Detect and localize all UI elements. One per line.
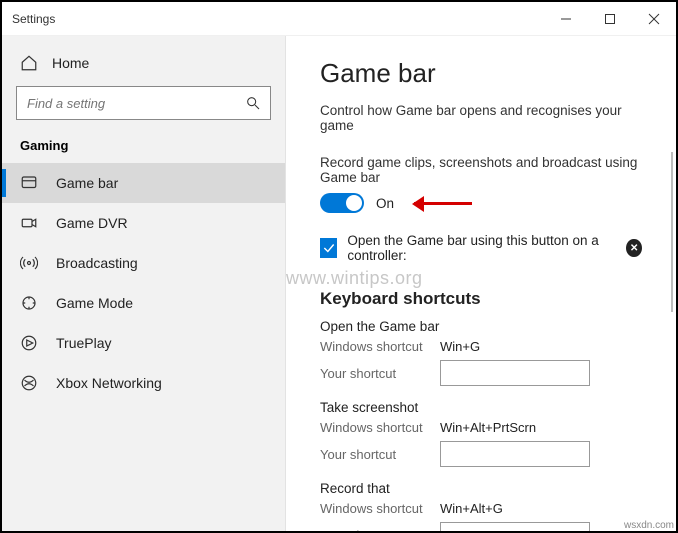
- your-shortcut-input[interactable]: [440, 522, 590, 531]
- sidebar-item-label: Broadcasting: [56, 255, 138, 271]
- your-shortcut-input[interactable]: [440, 441, 590, 467]
- controller-checkbox-label: Open the Game bar using this button on a…: [347, 233, 642, 263]
- titlebar: Settings: [2, 2, 676, 36]
- your-shortcut-input[interactable]: [440, 360, 590, 386]
- win-shortcut-value: Win+Alt+G: [440, 501, 503, 516]
- win-shortcut-value: Win+G: [440, 339, 480, 354]
- minimize-icon: [560, 13, 572, 25]
- search-icon: [244, 94, 262, 112]
- shortcut-group-open: Open the Game bar Windows shortcut Win+G…: [320, 319, 642, 386]
- close-button[interactable]: [632, 4, 676, 34]
- sidebar-category-header: Gaming: [2, 132, 285, 163]
- check-icon: [322, 241, 336, 255]
- search-wrap: [2, 82, 285, 132]
- shortcut-group-record-that: Record that Windows shortcut Win+Alt+G Y…: [320, 481, 642, 531]
- sidebar-item-game-dvr[interactable]: Game DVR: [2, 203, 285, 243]
- controller-checkbox[interactable]: [320, 238, 337, 258]
- footer-watermark: wsxdn.com: [624, 520, 674, 531]
- sidebar-item-label: Game bar: [56, 175, 118, 191]
- sidebar-item-broadcasting[interactable]: Broadcasting: [2, 243, 285, 283]
- settings-window: Settings Home: [0, 0, 678, 533]
- main-panel: Game bar Control how Game bar opens and …: [286, 36, 676, 531]
- your-shortcut-label: Your shortcut: [320, 528, 440, 532]
- sidebar-item-label: Game DVR: [56, 215, 128, 231]
- game-dvr-icon: [20, 214, 38, 232]
- shortcut-group-screenshot: Take screenshot Windows shortcut Win+Alt…: [320, 400, 642, 467]
- sidebar-item-game-bar[interactable]: Game bar: [2, 163, 285, 203]
- sidebar-item-game-mode[interactable]: Game Mode: [2, 283, 285, 323]
- toggle-label: Record game clips, screenshots and broad…: [320, 155, 642, 185]
- sidebar-item-xbox-networking[interactable]: Xbox Networking: [2, 363, 285, 403]
- game-bar-icon: [20, 174, 38, 192]
- game-mode-icon: [20, 294, 38, 312]
- window-title: Settings: [2, 12, 544, 26]
- toggle-row: On: [320, 193, 642, 213]
- sidebar-item-trueplay[interactable]: TruePlay: [2, 323, 285, 363]
- toggle-knob: [346, 195, 362, 211]
- minimize-button[interactable]: [544, 4, 588, 34]
- shortcut-title: Open the Game bar: [320, 319, 642, 334]
- your-shortcut-label: Your shortcut: [320, 366, 440, 381]
- trueplay-icon: [20, 334, 38, 352]
- sidebar-item-label: Game Mode: [56, 295, 133, 311]
- your-shortcut-label: Your shortcut: [320, 447, 440, 462]
- broadcasting-icon: [20, 254, 38, 272]
- search-input[interactable]: [25, 95, 244, 112]
- win-shortcut-label: Windows shortcut: [320, 501, 440, 516]
- close-icon: [648, 13, 660, 25]
- sidebar-home[interactable]: Home: [2, 44, 285, 82]
- watermark: www.wintips.org: [286, 268, 423, 289]
- xbox-icon: [626, 239, 642, 257]
- win-shortcut-value: Win+Alt+PrtScrn: [440, 420, 536, 435]
- maximize-button[interactable]: [588, 4, 632, 34]
- shortcut-title: Take screenshot: [320, 400, 642, 415]
- xbox-networking-icon: [20, 374, 38, 392]
- page-title: Game bar: [320, 58, 642, 89]
- toggle-state: On: [376, 196, 394, 211]
- scrollbar[interactable]: [671, 152, 673, 312]
- record-toggle[interactable]: [320, 193, 364, 213]
- home-label: Home: [52, 55, 89, 71]
- shortcuts-heading: Keyboard shortcuts: [320, 289, 642, 309]
- window-body: Home Gaming Game bar: [2, 36, 676, 531]
- shortcut-title: Record that: [320, 481, 642, 496]
- sidebar-item-label: TruePlay: [56, 335, 112, 351]
- win-shortcut-label: Windows shortcut: [320, 420, 440, 435]
- sidebar-item-label: Xbox Networking: [56, 375, 162, 391]
- search-box[interactable]: [16, 86, 271, 120]
- annotation-arrow: [414, 202, 472, 205]
- win-shortcut-label: Windows shortcut: [320, 339, 440, 354]
- home-icon: [20, 54, 38, 72]
- maximize-icon: [604, 13, 616, 25]
- controller-checkbox-row: Open the Game bar using this button on a…: [320, 233, 642, 263]
- page-description: Control how Game bar opens and recognise…: [320, 103, 642, 133]
- sidebar: Home Gaming Game bar: [2, 36, 286, 531]
